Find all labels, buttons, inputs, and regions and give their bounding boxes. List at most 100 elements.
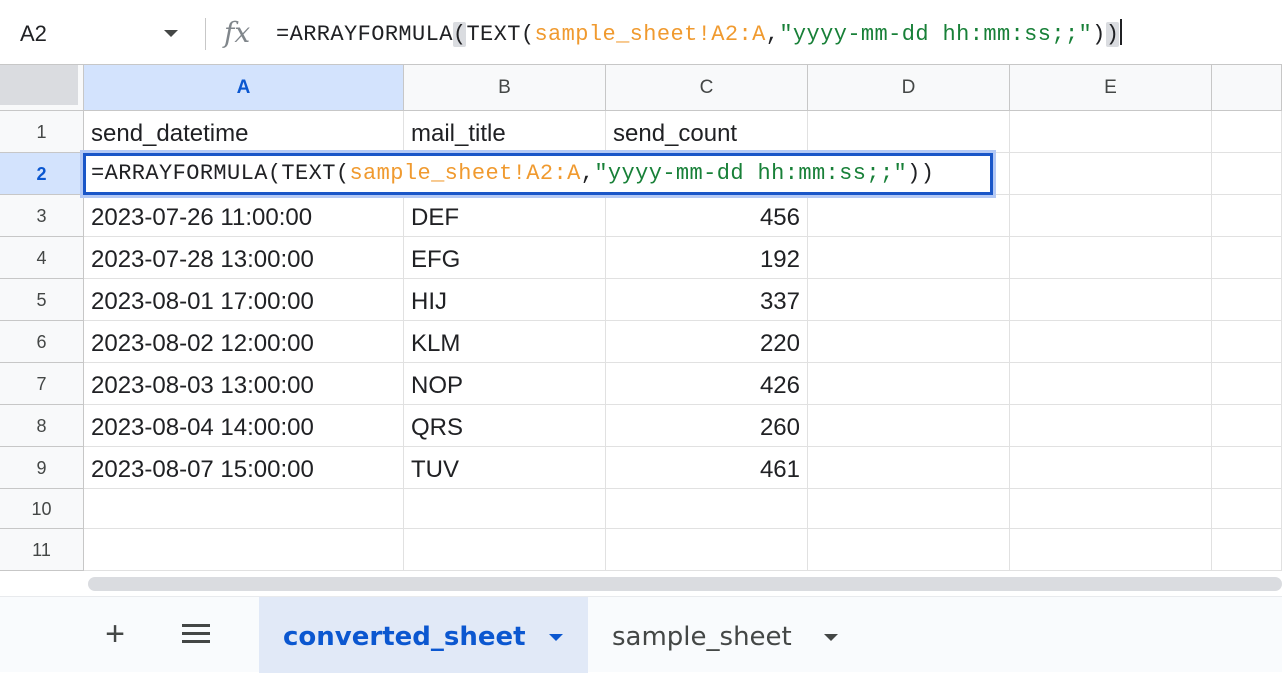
row-header-3[interactable]: 3 xyxy=(0,195,84,237)
formula-close-inner: ) xyxy=(1092,22,1106,47)
column-header-b[interactable]: B xyxy=(404,65,606,111)
cell[interactable]: DEF xyxy=(404,195,606,237)
cell[interactable] xyxy=(1212,279,1282,321)
editor-string-arg: "yyyy-mm-dd hh:mm:ss;;" xyxy=(594,161,908,186)
cell[interactable]: send_count xyxy=(606,111,808,153)
cell[interactable] xyxy=(1212,153,1282,195)
sheet-tabs-bar: + converted_sheet sample_sheet xyxy=(0,596,1282,673)
cell[interactable] xyxy=(1010,111,1212,153)
cell[interactable] xyxy=(1212,195,1282,237)
column-header-d[interactable]: D xyxy=(808,65,1010,111)
row-header-2[interactable]: 2 xyxy=(0,153,84,195)
select-all-corner[interactable] xyxy=(0,65,84,111)
row-header-11[interactable]: 11 xyxy=(0,529,84,571)
cell[interactable] xyxy=(1010,153,1212,195)
cell[interactable] xyxy=(1212,363,1282,405)
cell[interactable] xyxy=(1212,111,1282,153)
formula-function-inner: TEXT( xyxy=(466,22,535,47)
cell[interactable]: QRS xyxy=(404,405,606,447)
cell[interactable]: 461 xyxy=(606,447,808,489)
cell[interactable] xyxy=(1212,237,1282,279)
chevron-down-icon[interactable] xyxy=(549,634,563,641)
cell[interactable]: 2023-08-04 14:00:00 xyxy=(84,405,404,447)
scrollbar-thumb[interactable] xyxy=(88,577,1282,591)
cell[interactable] xyxy=(808,111,1010,153)
cell[interactable]: 2023-08-03 13:00:00 xyxy=(84,363,404,405)
cell[interactable] xyxy=(1212,321,1282,363)
cell[interactable]: 2023-07-26 11:00:00 xyxy=(84,195,404,237)
cell[interactable] xyxy=(808,405,1010,447)
cell[interactable] xyxy=(606,529,808,571)
cell[interactable] xyxy=(1010,195,1212,237)
cell[interactable] xyxy=(1010,279,1212,321)
cell[interactable] xyxy=(1010,405,1212,447)
cell[interactable] xyxy=(1010,447,1212,489)
cell[interactable]: 426 xyxy=(606,363,808,405)
cell[interactable]: 260 xyxy=(606,405,808,447)
column-header-a[interactable]: A xyxy=(84,65,404,111)
cell[interactable]: 2023-08-07 15:00:00 xyxy=(84,447,404,489)
cell[interactable]: 220 xyxy=(606,321,808,363)
row-header-10[interactable]: 10 xyxy=(0,489,84,529)
cell[interactable] xyxy=(606,489,808,529)
cell[interactable] xyxy=(84,529,404,571)
cell[interactable] xyxy=(808,195,1010,237)
name-box[interactable]: A2 xyxy=(0,14,190,54)
cell[interactable]: 337 xyxy=(606,279,808,321)
cell[interactable]: HIJ xyxy=(404,279,606,321)
cell[interactable]: 192 xyxy=(606,237,808,279)
cell[interactable] xyxy=(404,529,606,571)
row-header-8[interactable]: 8 xyxy=(0,405,84,447)
tab-label: converted_sheet xyxy=(283,622,526,652)
cell[interactable] xyxy=(808,279,1010,321)
cell[interactable] xyxy=(808,529,1010,571)
cell[interactable] xyxy=(808,363,1010,405)
row-header-6[interactable]: 6 xyxy=(0,321,84,363)
cell[interactable] xyxy=(84,489,404,529)
cell[interactable] xyxy=(1212,489,1282,529)
cell[interactable]: 456 xyxy=(606,195,808,237)
cell[interactable]: send_datetime xyxy=(84,111,404,153)
cell[interactable]: EFG xyxy=(404,237,606,279)
cell[interactable]: 2023-07-28 13:00:00 xyxy=(84,237,404,279)
cell[interactable]: 2023-08-02 12:00:00 xyxy=(84,321,404,363)
cell[interactable]: KLM xyxy=(404,321,606,363)
row-header-7[interactable]: 7 xyxy=(0,363,84,405)
tab-converted-sheet[interactable]: converted_sheet xyxy=(259,597,588,673)
cell[interactable] xyxy=(1212,529,1282,571)
tab-label: sample_sheet xyxy=(612,622,792,652)
row-header-5[interactable]: 5 xyxy=(0,279,84,321)
cell[interactable] xyxy=(1010,237,1212,279)
row-header-4[interactable]: 4 xyxy=(0,237,84,279)
horizontal-scrollbar[interactable] xyxy=(0,574,1282,596)
editor-close-parens: )) xyxy=(907,161,935,186)
chevron-down-icon[interactable] xyxy=(164,30,178,37)
text-cursor xyxy=(1120,19,1123,45)
chevron-down-icon[interactable] xyxy=(824,634,838,641)
cell[interactable] xyxy=(404,489,606,529)
cell[interactable] xyxy=(1010,489,1212,529)
cell[interactable] xyxy=(808,237,1010,279)
formula-input[interactable]: =ARRAYFORMULA(TEXT(sample_sheet!A2:A,"yy… xyxy=(276,18,1123,52)
cell-editor-a2[interactable]: =ARRAYFORMULA(TEXT(sample_sheet!A2:A,"yy… xyxy=(80,150,996,198)
cell[interactable] xyxy=(808,489,1010,529)
cell[interactable] xyxy=(808,321,1010,363)
cell[interactable]: mail_title xyxy=(404,111,606,153)
cell[interactable]: 2023-08-01 17:00:00 xyxy=(84,279,404,321)
cell[interactable]: NOP xyxy=(404,363,606,405)
column-header-extra[interactable] xyxy=(1212,65,1282,111)
tab-sample-sheet[interactable]: sample_sheet xyxy=(588,597,868,673)
cell[interactable] xyxy=(808,447,1010,489)
add-sheet-button[interactable]: + xyxy=(96,615,134,653)
column-header-e[interactable]: E xyxy=(1010,65,1212,111)
cell[interactable] xyxy=(1010,321,1212,363)
cell[interactable] xyxy=(1212,447,1282,489)
cell[interactable] xyxy=(1010,363,1212,405)
cell[interactable]: TUV xyxy=(404,447,606,489)
cell[interactable] xyxy=(1212,405,1282,447)
column-header-c[interactable]: C xyxy=(606,65,808,111)
row-header-1[interactable]: 1 xyxy=(0,111,84,153)
row-header-9[interactable]: 9 xyxy=(0,447,84,489)
all-sheets-menu-icon[interactable] xyxy=(178,615,216,653)
cell[interactable] xyxy=(1010,529,1212,571)
